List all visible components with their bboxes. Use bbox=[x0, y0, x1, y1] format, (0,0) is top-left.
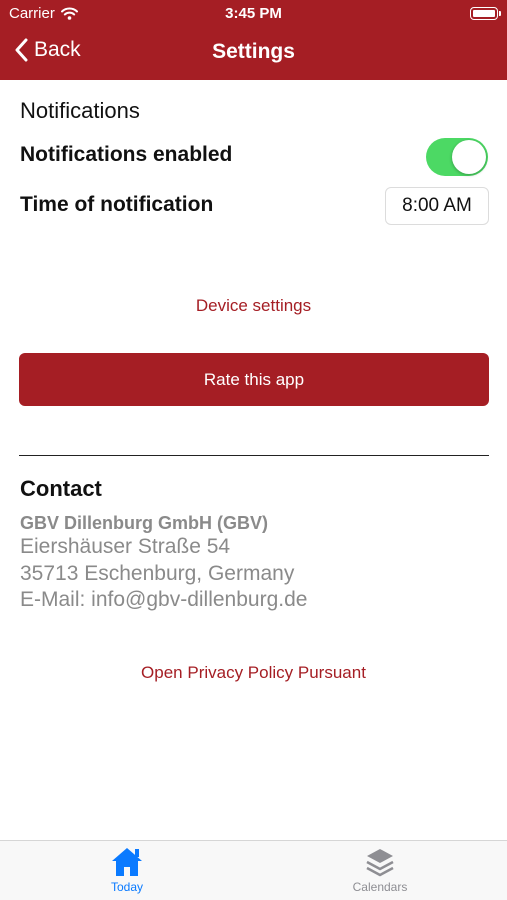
layers-icon bbox=[366, 849, 394, 877]
status-time: 3:45 PM bbox=[225, 5, 282, 22]
battery-icon bbox=[470, 7, 501, 20]
notifications-enabled-label: Notifications enabled bbox=[20, 143, 233, 166]
notifications-toggle[interactable] bbox=[426, 138, 488, 176]
status-bar: Carrier 3:45 PM bbox=[0, 0, 507, 28]
notifications-heading: Notifications bbox=[20, 98, 140, 123]
tab-calendars[interactable]: Calendars bbox=[320, 847, 440, 894]
contact-company: GBV Dillenburg GmbH (GBV) bbox=[20, 513, 269, 533]
page-title: Settings bbox=[212, 40, 295, 63]
tab-bar: Today Calendars bbox=[0, 840, 507, 900]
rate-app-button[interactable]: Rate this app bbox=[19, 353, 489, 406]
home-icon bbox=[112, 848, 142, 876]
divider bbox=[19, 455, 489, 456]
contact-city: 35713 Eschenburg, Germany bbox=[20, 562, 295, 585]
privacy-policy-link[interactable]: Open Privacy Policy Pursuant bbox=[0, 663, 507, 683]
notification-time-label: Time of notification bbox=[20, 193, 214, 216]
contact-heading: Contact bbox=[20, 476, 102, 501]
device-settings-link[interactable]: Device settings bbox=[0, 296, 507, 316]
nav-bar: Back Settings bbox=[0, 28, 507, 80]
contact-email[interactable]: E-Mail: info@gbv-dillenburg.de bbox=[20, 588, 307, 612]
notification-time-picker[interactable]: 8:00 AM bbox=[385, 187, 489, 225]
contact-street: Eiershäuser Straße 54 bbox=[20, 535, 231, 558]
toggle-knob bbox=[452, 140, 486, 174]
tab-calendars-label: Calendars bbox=[352, 880, 408, 894]
header: Carrier 3:45 PM Back Settings bbox=[0, 0, 507, 80]
tab-today[interactable]: Today bbox=[67, 847, 187, 894]
tab-today-label: Today bbox=[110, 880, 144, 894]
